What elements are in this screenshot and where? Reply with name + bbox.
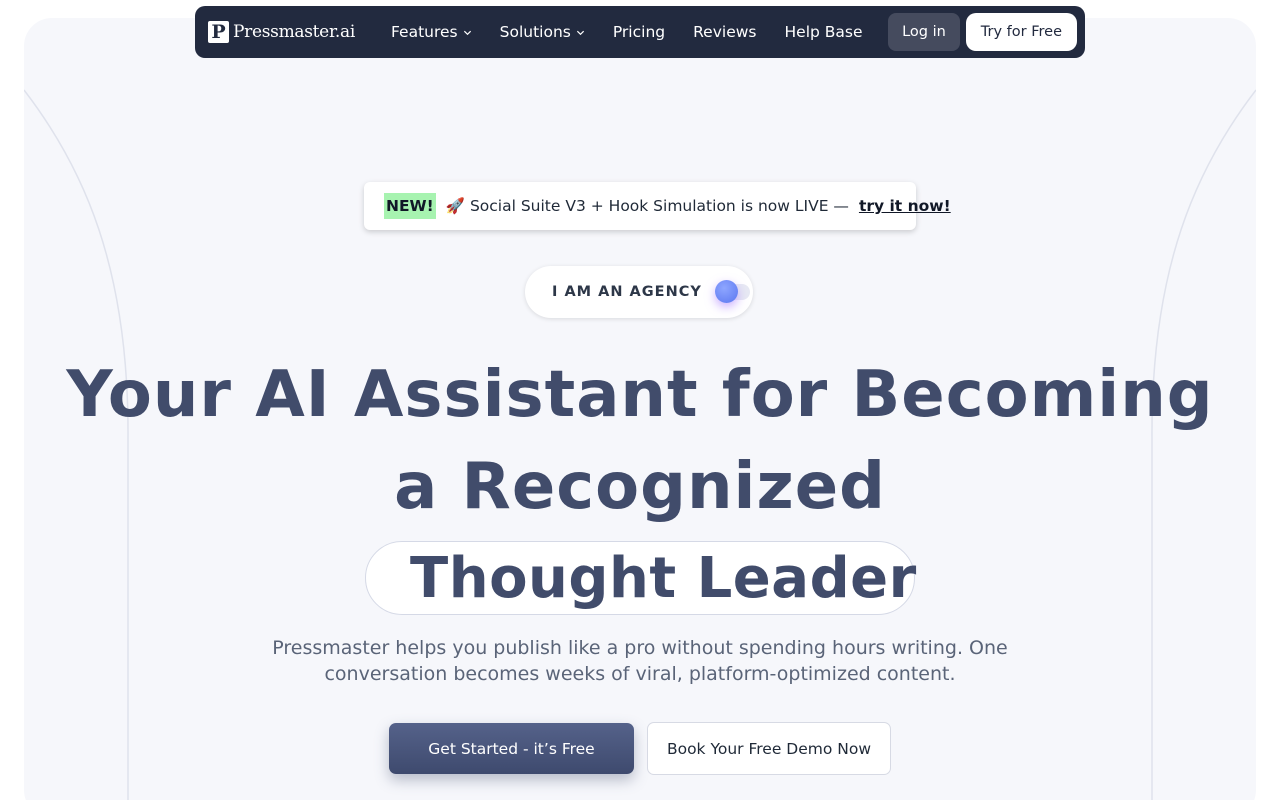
- headline-highlight-text: Thought Leader: [410, 545, 917, 611]
- logo-text: Pressmaster.ai: [233, 22, 355, 42]
- hero-headline-line-1: Your AI Assistant for Becoming: [66, 358, 1214, 432]
- agency-toggle-pill[interactable]: I AM AN AGENCY: [525, 266, 753, 318]
- chevron-down-icon: [576, 30, 584, 35]
- nav-item-features[interactable]: Features: [377, 23, 486, 41]
- nav-item-label: Reviews: [693, 23, 757, 41]
- nav-item-help-base[interactable]: Help Base: [771, 23, 877, 41]
- logo-mark: P: [208, 21, 229, 43]
- nav-item-label: Help Base: [784, 23, 863, 41]
- nav-actions: Log in Try for Free: [888, 13, 1077, 51]
- nav-links: Features Solutions Pricing Reviews Help …: [377, 23, 877, 41]
- nav-item-label: Solutions: [499, 23, 571, 41]
- try-for-free-button[interactable]: Try for Free: [965, 13, 1077, 51]
- hero-headline-line-2: a Recognized: [394, 450, 886, 524]
- agency-toggle-label: I AM AN AGENCY: [552, 284, 702, 300]
- nav-item-pricing[interactable]: Pricing: [599, 23, 679, 41]
- nav-item-reviews[interactable]: Reviews: [679, 23, 770, 41]
- pressmaster-logo[interactable]: P Pressmaster.ai: [208, 21, 355, 43]
- nav-item-solutions[interactable]: Solutions: [486, 23, 599, 41]
- top-navbar: P Pressmaster.ai Features Solutions Pric…: [195, 6, 1085, 58]
- hero-subtitle-line-1: Pressmaster helps you publish like a pro…: [272, 637, 1008, 659]
- announcement-banner: NEW! 🚀 Social Suite V3 + Hook Simulation…: [364, 182, 951, 230]
- hero-subtitle: Pressmaster helps you publish like a pro…: [0, 635, 1280, 687]
- hero-subtitle-line-2: conversation becomes weeks of viral, pla…: [324, 663, 956, 685]
- try-it-now-link[interactable]: try it now!: [859, 197, 951, 215]
- new-badge: NEW!: [384, 193, 436, 219]
- nav-item-label: Features: [390, 23, 458, 41]
- toggle-knob: [714, 280, 738, 303]
- nav-item-label: Pricing: [612, 23, 666, 41]
- headline-highlight-pill: Thought Leader: [365, 541, 917, 615]
- get-started-button[interactable]: Get Started - it’s Free: [389, 723, 634, 774]
- announcement-text: 🚀 Social Suite V3 + Hook Simulation is n…: [445, 197, 849, 215]
- book-demo-button[interactable]: Book Your Free Demo Now: [647, 722, 891, 775]
- agency-toggle-switch[interactable]: [714, 280, 750, 303]
- login-button[interactable]: Log in: [888, 13, 960, 51]
- chevron-down-icon: [463, 30, 471, 35]
